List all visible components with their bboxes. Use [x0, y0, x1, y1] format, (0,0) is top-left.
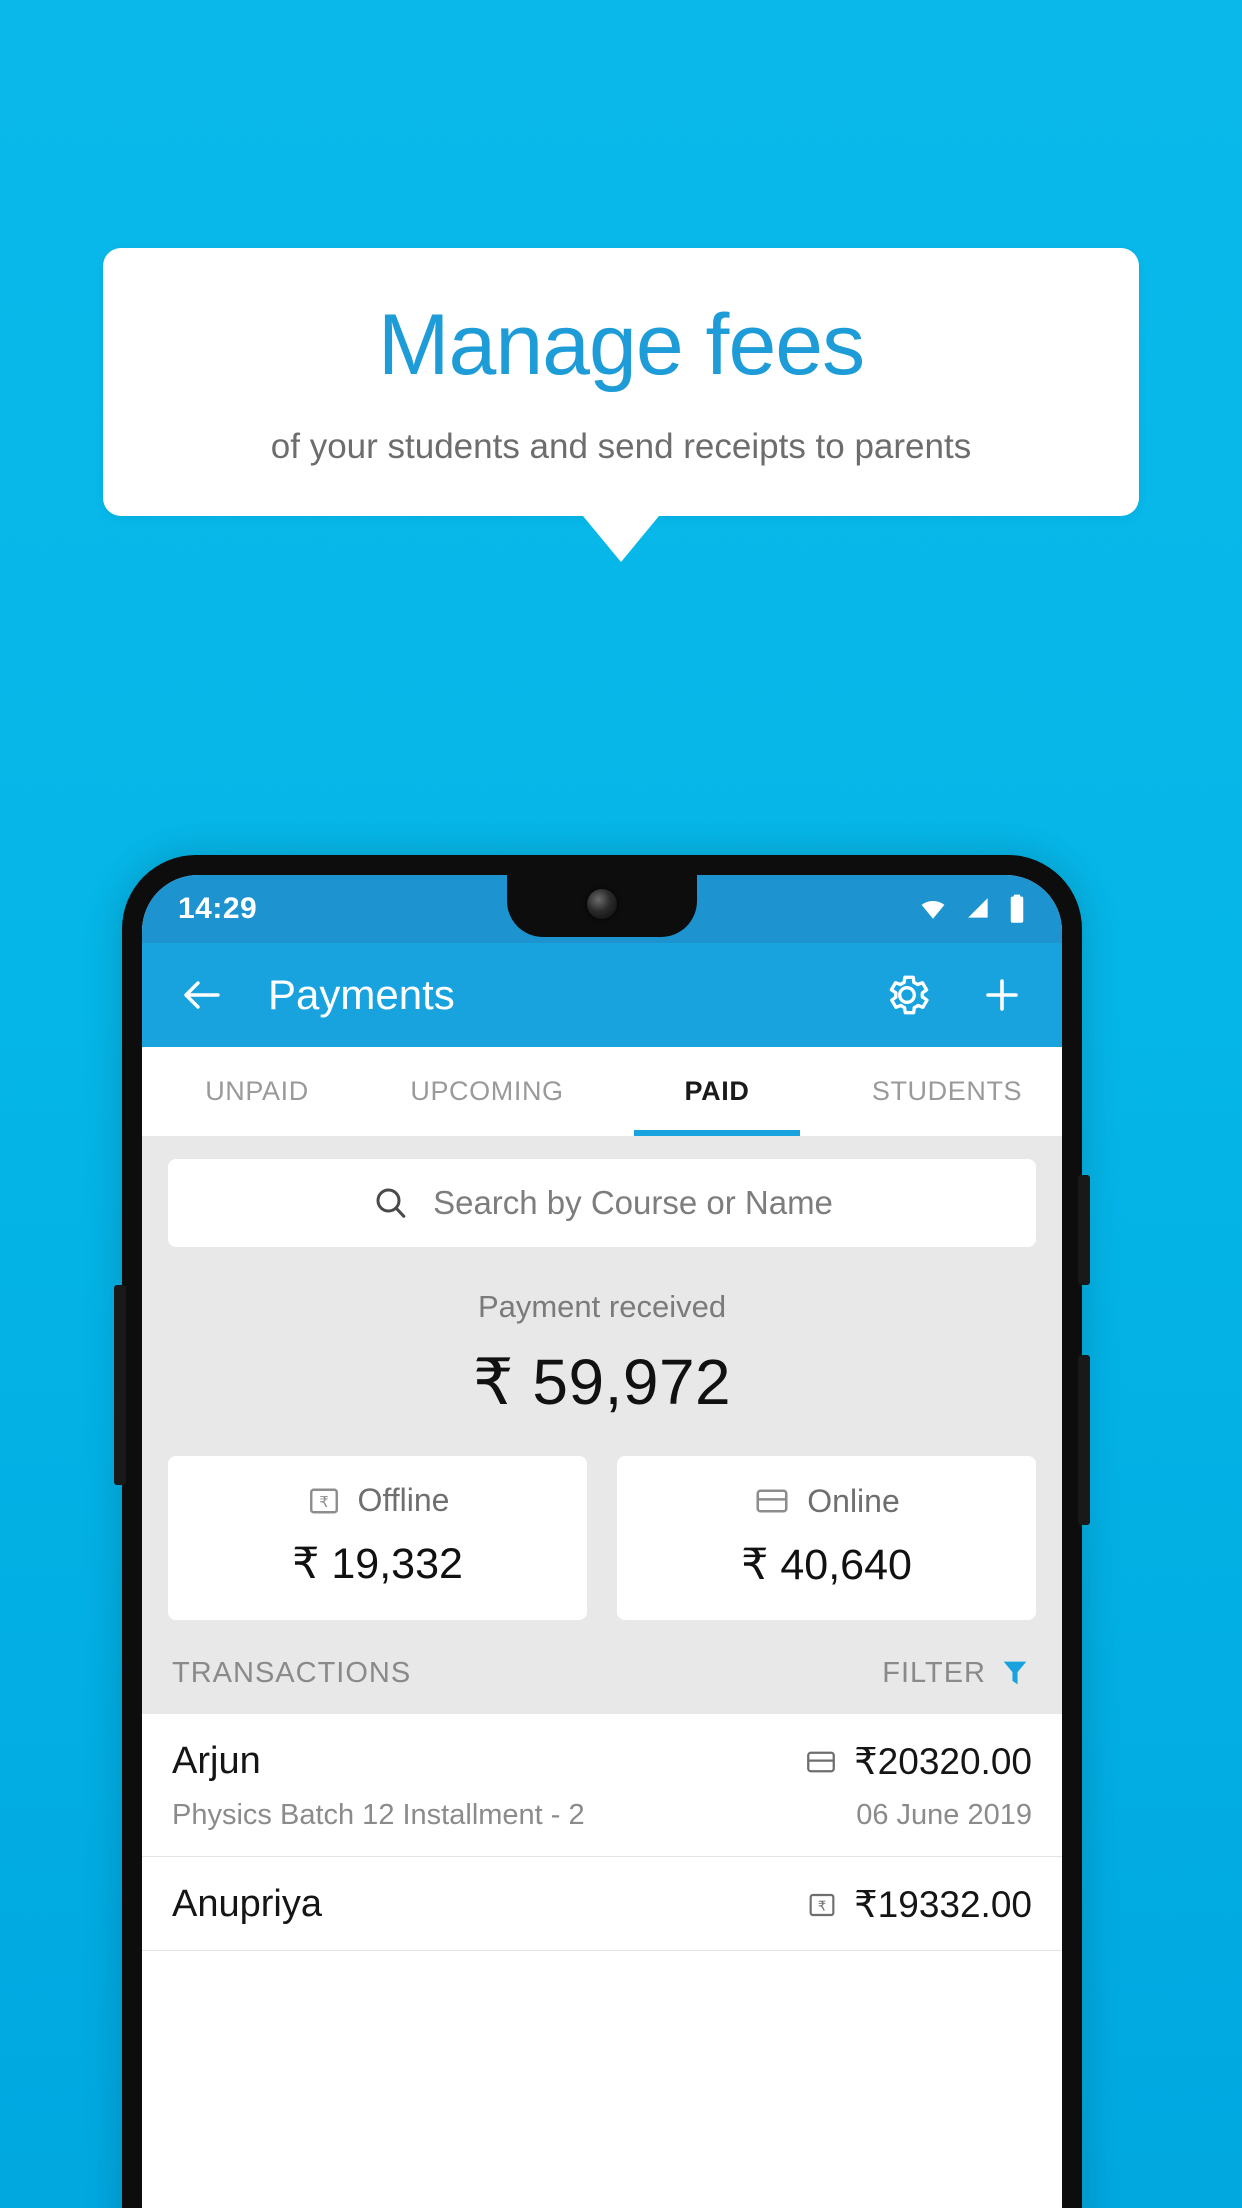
transaction-amount-group: ₹ ₹19332.00 — [806, 1883, 1032, 1926]
tab-bar: UNPAID UPCOMING PAID STUDENTS — [142, 1047, 1062, 1137]
offline-card-header: ₹ Offline — [168, 1482, 587, 1519]
transaction-amount: ₹20320.00 — [854, 1741, 1032, 1782]
status-bar-time: 14:29 — [178, 892, 258, 925]
search-section: Search by Course or Name — [142, 1137, 1062, 1267]
phone-side-button — [1078, 1355, 1090, 1525]
tab-paid[interactable]: PAID — [602, 1047, 832, 1136]
svg-text:₹: ₹ — [818, 1899, 826, 1914]
payment-summary: Payment received ₹ 59,972 — [142, 1267, 1062, 1430]
tab-upcoming[interactable]: UPCOMING — [372, 1047, 602, 1136]
phone-notch — [507, 875, 697, 937]
online-card[interactable]: Online ₹ 40,640 — [617, 1456, 1036, 1620]
phone-volume-button — [114, 1285, 126, 1485]
tab-unpaid[interactable]: UNPAID — [142, 1047, 372, 1136]
front-camera — [587, 889, 617, 919]
transaction-amount-group: ₹20320.00 — [804, 1740, 1032, 1783]
transaction-name: Arjun — [172, 1740, 261, 1782]
transaction-primary-line: Arjun ₹20320.00 — [172, 1740, 1032, 1783]
svg-text:₹: ₹ — [319, 1493, 329, 1511]
transaction-amount: ₹19332.00 — [854, 1884, 1032, 1925]
transaction-date: 06 June 2019 — [856, 1799, 1032, 1831]
tab-students[interactable]: STUDENTS — [832, 1047, 1062, 1136]
online-card-title: Online — [807, 1482, 900, 1519]
screen-content: Search by Course or Name Payment receive… — [142, 1137, 1062, 1951]
back-arrow-icon[interactable] — [178, 971, 226, 1019]
battery-icon — [1008, 894, 1026, 924]
page-title: Payments — [268, 971, 455, 1018]
rupee-note-icon: ₹ — [306, 1483, 342, 1519]
promo-callout-tail — [583, 515, 659, 562]
phone-screen: 14:29 Payments UNPAID UPCOMING PAID STUD… — [142, 875, 1062, 2208]
promo-subtitle: of your students and send receipts to pa… — [270, 427, 972, 467]
offline-card-title: Offline — [357, 1482, 450, 1518]
promo-callout-card: Manage fees of your students and send re… — [103, 248, 1139, 516]
wifi-icon — [916, 896, 950, 922]
rupee-note-icon: ₹ — [806, 1889, 838, 1921]
offline-card-amount: ₹ 19,332 — [292, 1540, 463, 1588]
gear-icon[interactable] — [882, 970, 932, 1020]
signal-icon — [964, 896, 994, 922]
promo-callout: Manage fees of your students and send re… — [103, 248, 1139, 562]
funnel-icon — [998, 1656, 1032, 1690]
method-cards: ₹ Offline ₹ 19,332 Online ₹ 40,640 — [142, 1430, 1062, 1620]
app-bar-actions — [882, 970, 1026, 1020]
summary-label: Payment received — [477, 1289, 727, 1324]
transactions-header: TRANSACTIONS FILTER — [142, 1620, 1062, 1714]
summary-amount: ₹ 59,972 — [472, 1346, 732, 1418]
search-placeholder: Search by Course or Name — [433, 1184, 833, 1221]
promo-title: Manage fees — [377, 297, 865, 393]
app-bar: Payments — [142, 943, 1062, 1047]
offline-card[interactable]: ₹ Offline ₹ 19,332 — [168, 1456, 587, 1620]
search-input[interactable]: Search by Course or Name — [168, 1159, 1036, 1247]
phone-power-button — [1078, 1175, 1090, 1285]
credit-card-icon — [753, 1482, 791, 1520]
filter-label: FILTER — [882, 1656, 986, 1689]
search-icon — [371, 1183, 411, 1223]
transaction-list: Arjun ₹20320.00 Physics Batch 12 Install… — [142, 1714, 1062, 1951]
online-card-amount: ₹ 40,640 — [741, 1541, 912, 1589]
status-bar: 14:29 — [142, 875, 1062, 943]
table-row[interactable]: Arjun ₹20320.00 Physics Batch 12 Install… — [142, 1714, 1062, 1857]
filter-button[interactable]: FILTER — [882, 1656, 1032, 1690]
transaction-description: Physics Batch 12 Installment - 2 — [172, 1799, 585, 1831]
phone-mockup: 14:29 Payments UNPAID UPCOMING PAID STUD… — [114, 855, 1090, 2208]
transaction-name: Anupriya — [172, 1883, 322, 1925]
transaction-secondary-line: Physics Batch 12 Installment - 2 06 June… — [172, 1799, 1032, 1832]
plus-icon[interactable] — [978, 971, 1026, 1019]
table-row[interactable]: Anupriya ₹ ₹19332.00 — [142, 1857, 1062, 1951]
online-card-header: Online — [617, 1482, 1036, 1520]
status-bar-icons — [916, 894, 1026, 924]
credit-card-icon — [804, 1745, 838, 1779]
transactions-label: TRANSACTIONS — [172, 1656, 412, 1689]
transaction-primary-line: Anupriya ₹ ₹19332.00 — [172, 1883, 1032, 1926]
